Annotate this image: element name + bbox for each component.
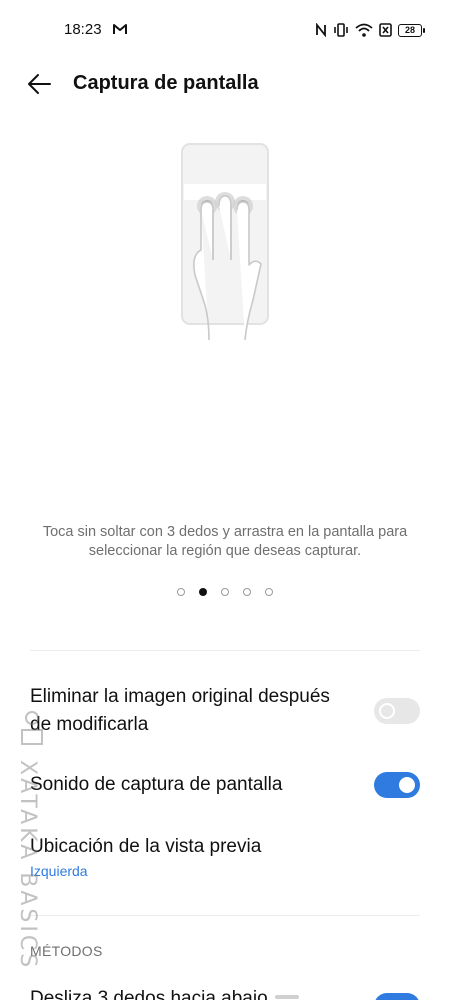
divider [30,915,420,916]
section-header-metodos: MÉTODOS [30,943,103,959]
scroll-handle [275,995,299,999]
three-finger-swipe-illustration [181,143,269,340]
setting-label: Ubicación de la vista previa [30,836,262,857]
toggle-knob [379,703,395,719]
setting-label: Desliza 3 dedos hacia abajo [30,988,268,1000]
pager-dot-active[interactable] [199,588,207,596]
vibrate-icon [334,23,348,37]
status-icons: 28 [315,20,425,40]
status-time: 18:23 [64,21,102,38]
sim-x-icon [379,23,392,37]
page-title: Captura de pantalla [73,72,259,94]
setting-preview-location[interactable]: Ubicación de la vista previa Izquierda [30,833,420,879]
xataka-logo-icon [21,711,43,745]
screenshot-sound-toggle[interactable] [374,772,420,798]
arrow-left-icon[interactable] [26,72,52,96]
pager-dot[interactable] [265,588,273,596]
gmail-icon [113,24,127,34]
setting-label: Sonido de captura de pantalla [30,774,283,795]
carousel-pager [0,588,450,596]
app-header: Captura de pantalla [0,60,450,108]
setting-value: Izquierda [30,863,88,879]
setting-label: Eliminar la imagen original después de m… [30,686,330,735]
divider [30,650,420,651]
setting-three-finger-swipe[interactable]: Desliza 3 dedos hacia abajo [30,985,420,1000]
setting-delete-original[interactable]: Eliminar la imagen original después de m… [30,683,420,739]
delete-original-toggle[interactable] [374,698,420,724]
setting-screenshot-sound[interactable]: Sonido de captura de pantalla [30,771,420,799]
battery-icon: 28 [398,23,425,37]
nfc-icon [316,23,326,37]
watermark-text: XATAKA BASICS [15,760,40,971]
wifi-icon [355,23,373,37]
status-bar: 18:23 28 [0,0,450,60]
pager-dot[interactable] [177,588,185,596]
gesture-description: Toca sin soltar con 3 dedos y arrastra e… [42,524,408,559]
three-finger-swipe-toggle[interactable] [374,993,420,1000]
pager-dot[interactable] [243,588,251,596]
pager-dot[interactable] [221,588,229,596]
toggle-knob [399,777,415,793]
